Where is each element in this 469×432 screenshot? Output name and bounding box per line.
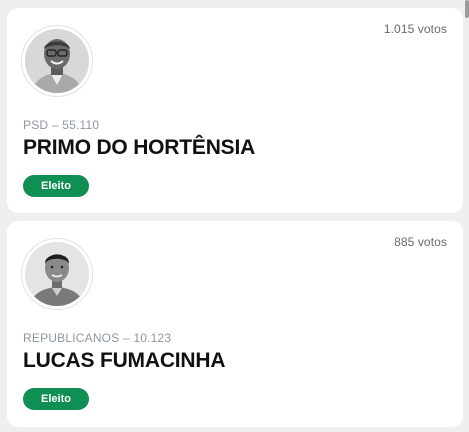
status-badge: Eleito [23,175,89,197]
vote-count: 885 votos [394,235,447,249]
party-and-number: PSD – 55.110 [23,118,100,132]
candidate-name: PRIMO DO HORTÊNSIA [23,136,256,159]
scrollbar-thumb[interactable] [465,0,469,18]
candidate-name: LUCAS FUMACINHA [23,349,226,372]
party-and-number: REPUBLICANOS – 10.123 [23,331,172,345]
candidate-card: 1.015 votos PSD – 55.110 PRIMO DO HORTÊN… [7,8,463,213]
avatar [21,238,93,310]
vote-count: 1.015 votos [383,22,447,36]
avatar [21,25,93,97]
candidate-photo-icon [25,29,89,93]
candidate-card: 885 votos REPUBLICANOS – 10.123 LUCAS FU… [7,221,463,427]
candidate-photo-icon [25,242,89,306]
status-badge: Eleito [23,388,89,410]
